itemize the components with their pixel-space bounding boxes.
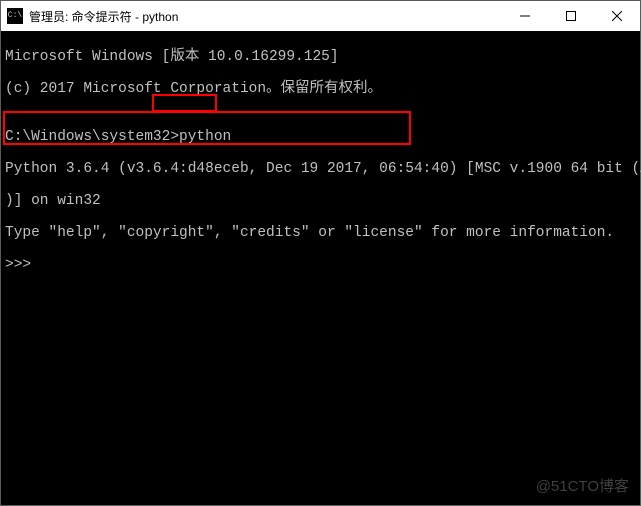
cmd-icon: C:\ (7, 8, 23, 24)
terminal-content[interactable]: Microsoft Windows [版本 10.0.16299.125] (c… (1, 31, 641, 505)
maximize-button[interactable] (548, 1, 594, 31)
terminal-line: Type "help", "copyright", "credits" or "… (5, 225, 641, 241)
terminal-line: Python 3.6.4 (v3.6.4:d48eceb, Dec 19 201… (5, 161, 641, 177)
close-button[interactable] (594, 1, 640, 31)
terminal-area: Microsoft Windows [版本 10.0.16299.125] (c… (1, 31, 640, 505)
terminal-line: )] on win32 (5, 193, 641, 209)
minimize-button[interactable] (502, 1, 548, 31)
window-controls (502, 1, 640, 31)
terminal-line: (c) 2017 Microsoft Corporation。保留所有权利。 (5, 81, 641, 97)
cmd-icon-label: C:\ (8, 12, 22, 20)
terminal-line: Microsoft Windows [版本 10.0.16299.125] (5, 49, 641, 65)
terminal-window: C:\ 管理员: 命令提示符 - python Microsoft Window… (0, 0, 641, 506)
window-title: 管理员: 命令提示符 - python (29, 8, 178, 25)
titlebar[interactable]: C:\ 管理员: 命令提示符 - python (1, 1, 640, 31)
terminal-line: >>> (5, 257, 641, 273)
terminal-line: C:\Windows\system32>python (5, 129, 641, 145)
watermark: @51CTO博客 (536, 475, 629, 496)
